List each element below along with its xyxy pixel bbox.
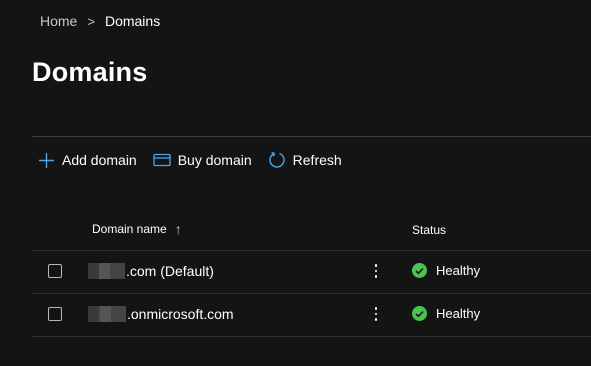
plus-icon: [38, 152, 55, 169]
refresh-label: Refresh: [292, 152, 342, 168]
buy-domain-button[interactable]: Buy domain: [153, 152, 252, 168]
card-icon: [153, 153, 171, 167]
more-options-button[interactable]: [370, 259, 382, 283]
redacted-text: [88, 306, 126, 322]
row-checkbox[interactable]: [48, 264, 62, 278]
healthy-check-icon: [412, 306, 427, 321]
domain-name-cell[interactable]: .onmicrosoft.com: [88, 306, 234, 322]
status-cell: Healthy: [412, 263, 480, 278]
breadcrumb-separator: >: [87, 13, 95, 29]
status-text: Healthy: [436, 263, 481, 278]
sort-ascending-icon: ↑: [174, 221, 182, 237]
row-checkbox[interactable]: [48, 307, 62, 321]
command-toolbar: Add domain Buy domain Refresh: [38, 148, 358, 172]
page-title: Domains: [32, 57, 148, 87]
column-header-status[interactable]: Status: [412, 223, 446, 237]
status-text: Healthy: [436, 306, 481, 321]
breadcrumb-current: Domains: [104, 13, 161, 29]
more-options-button[interactable]: [370, 302, 382, 326]
breadcrumb: Home > Domains: [40, 13, 160, 29]
domain-name-text: .onmicrosoft.com: [127, 306, 234, 322]
add-domain-label: Add domain: [62, 152, 137, 168]
refresh-button[interactable]: Refresh: [268, 151, 342, 169]
table-row[interactable]: .onmicrosoft.com Healthy: [32, 294, 591, 337]
column-header-domain-name[interactable]: Domain name ↑: [92, 221, 182, 237]
domain-name-text: .com (Default): [126, 263, 214, 279]
breadcrumb-home-link[interactable]: Home: [40, 13, 77, 29]
table-header: Domain name ↑ Status: [32, 212, 591, 251]
status-cell: Healthy: [412, 306, 480, 321]
column-domain-name-label: Domain name: [92, 222, 167, 236]
buy-domain-label: Buy domain: [177, 152, 252, 168]
table-row[interactable]: .com (Default) Healthy: [32, 251, 591, 294]
add-domain-button[interactable]: Add domain: [38, 152, 137, 169]
header-divider: [32, 136, 591, 137]
redacted-text: [88, 263, 125, 279]
domain-name-cell[interactable]: .com (Default): [88, 263, 214, 279]
healthy-check-icon: [412, 263, 427, 278]
refresh-icon: [268, 151, 286, 169]
